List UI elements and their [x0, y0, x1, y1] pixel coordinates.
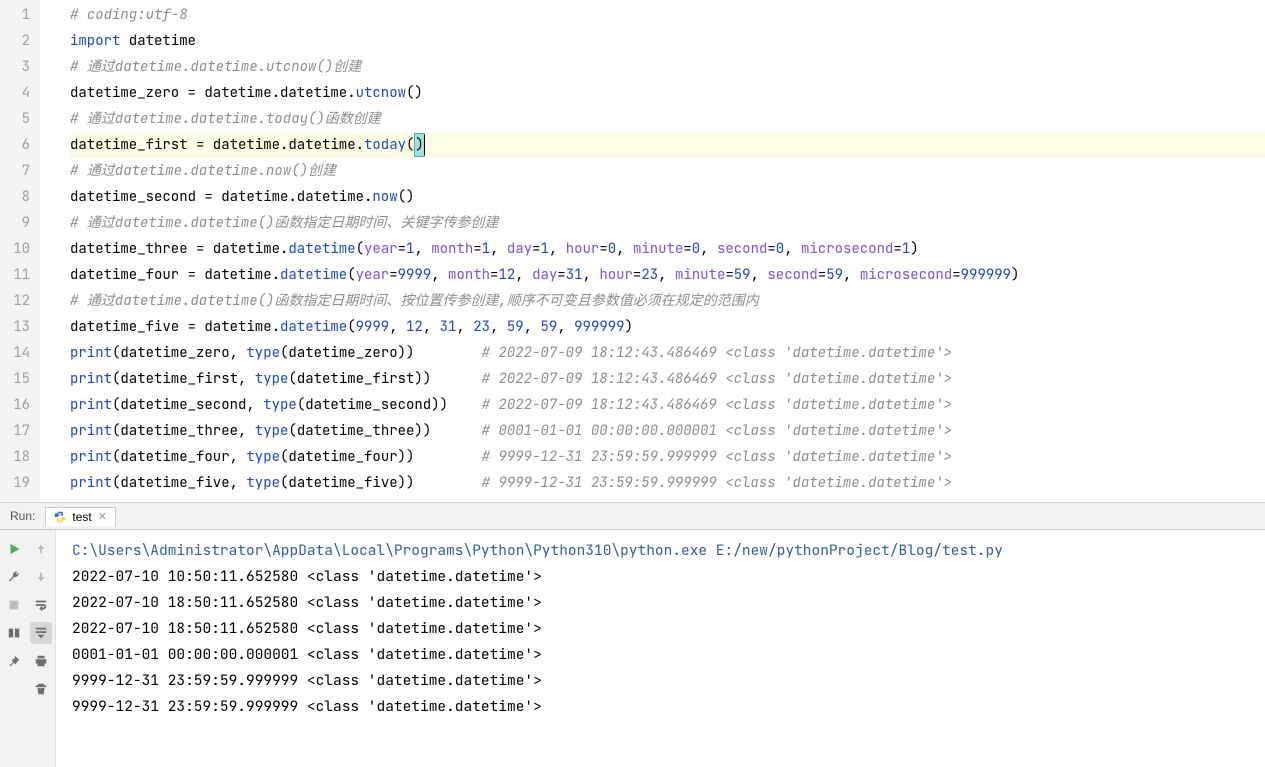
- line-number: 8: [6, 184, 30, 210]
- line-number: 3: [6, 54, 30, 80]
- console-line: 2022-07-10 10:50:11.652580 <class 'datet…: [72, 564, 1249, 590]
- pin-button[interactable]: [3, 650, 25, 672]
- line-number: 5: [6, 106, 30, 132]
- code-area[interactable]: # coding:utf-8import datetime# 通过datetim…: [40, 0, 1265, 502]
- console-output[interactable]: C:\Users\Administrator\AppData\Local\Pro…: [56, 530, 1265, 767]
- print-button[interactable]: [30, 650, 52, 672]
- stop-button[interactable]: [3, 594, 25, 616]
- code-line[interactable]: datetime_four = datetime.datetime(year=9…: [70, 262, 1265, 288]
- line-number: 16: [6, 392, 30, 418]
- rerun-button[interactable]: [3, 538, 25, 560]
- code-line[interactable]: print(datetime_zero, type(datetime_zero)…: [70, 340, 1265, 366]
- layout-button[interactable]: [3, 622, 25, 644]
- line-number: 7: [6, 158, 30, 184]
- code-line[interactable]: import datetime: [70, 28, 1265, 54]
- code-line[interactable]: # 通过datetime.datetime()函数指定日期时间、关键字传参创建: [70, 210, 1265, 236]
- line-number: 2: [6, 28, 30, 54]
- code-line[interactable]: datetime_first = datetime.datetime.today…: [70, 132, 1265, 158]
- line-number: 11: [6, 262, 30, 288]
- line-number: 9: [6, 210, 30, 236]
- code-line[interactable]: datetime_second = datetime.datetime.now(…: [70, 184, 1265, 210]
- line-number: 17: [6, 418, 30, 444]
- console-line: 2022-07-10 18:50:11.652580 <class 'datet…: [72, 616, 1249, 642]
- wrench-button[interactable]: [3, 566, 25, 588]
- code-editor[interactable]: 12345678910111213141516171819 # coding:u…: [0, 0, 1265, 503]
- down-arrow-button[interactable]: [30, 566, 52, 588]
- console-line: 9999-12-31 23:59:59.999999 <class 'datet…: [72, 694, 1249, 720]
- run-toolbar: [0, 530, 56, 767]
- run-tab-test[interactable]: test ✕: [45, 507, 116, 526]
- code-line[interactable]: # coding:utf-8: [70, 2, 1265, 28]
- close-icon[interactable]: ✕: [98, 510, 107, 523]
- soft-wrap-button[interactable]: [30, 594, 52, 616]
- line-gutter: 12345678910111213141516171819: [0, 0, 40, 502]
- code-line[interactable]: print(datetime_five, type(datetime_five)…: [70, 470, 1265, 496]
- run-tab-label: test: [72, 510, 91, 524]
- up-arrow-button[interactable]: [30, 538, 52, 560]
- code-line[interactable]: print(datetime_second, type(datetime_sec…: [70, 392, 1265, 418]
- line-number: 1: [6, 2, 30, 28]
- run-tab-bar: Run: test ✕: [0, 503, 1265, 530]
- code-line[interactable]: datetime_five = datetime.datetime(9999, …: [70, 314, 1265, 340]
- line-number: 15: [6, 366, 30, 392]
- run-label: Run:: [0, 509, 45, 523]
- code-line[interactable]: # 通过datetime.datetime()函数指定日期时间、按位置传参创建,…: [70, 288, 1265, 314]
- line-number: 6: [6, 132, 30, 158]
- line-number: 12: [6, 288, 30, 314]
- code-line[interactable]: print(datetime_three, type(datetime_thre…: [70, 418, 1265, 444]
- line-number: 4: [6, 80, 30, 106]
- line-number: 19: [6, 470, 30, 496]
- code-line[interactable]: datetime_zero = datetime.datetime.utcnow…: [70, 80, 1265, 106]
- run-panel: C:\Users\Administrator\AppData\Local\Pro…: [0, 530, 1265, 767]
- line-number: 10: [6, 236, 30, 262]
- line-number: 13: [6, 314, 30, 340]
- line-number: 14: [6, 340, 30, 366]
- trash-button[interactable]: [30, 678, 52, 700]
- line-number: 18: [6, 444, 30, 470]
- console-line: 2022-07-10 18:50:11.652580 <class 'datet…: [72, 590, 1249, 616]
- code-line[interactable]: # 通过datetime.datetime.now()创建: [70, 158, 1265, 184]
- python-icon: [54, 511, 66, 523]
- scroll-end-button[interactable]: [30, 622, 52, 644]
- code-line[interactable]: print(datetime_first, type(datetime_firs…: [70, 366, 1265, 392]
- console-line: 9999-12-31 23:59:59.999999 <class 'datet…: [72, 668, 1249, 694]
- console-line: 0001-01-01 00:00:00.000001 <class 'datet…: [72, 642, 1249, 668]
- code-line[interactable]: datetime_three = datetime.datetime(year=…: [70, 236, 1265, 262]
- code-line[interactable]: # 通过datetime.datetime.today()函数创建: [70, 106, 1265, 132]
- code-line[interactable]: print(datetime_four, type(datetime_four)…: [70, 444, 1265, 470]
- console-command: C:\Users\Administrator\AppData\Local\Pro…: [72, 538, 1249, 564]
- code-line[interactable]: # 通过datetime.datetime.utcnow()创建: [70, 54, 1265, 80]
